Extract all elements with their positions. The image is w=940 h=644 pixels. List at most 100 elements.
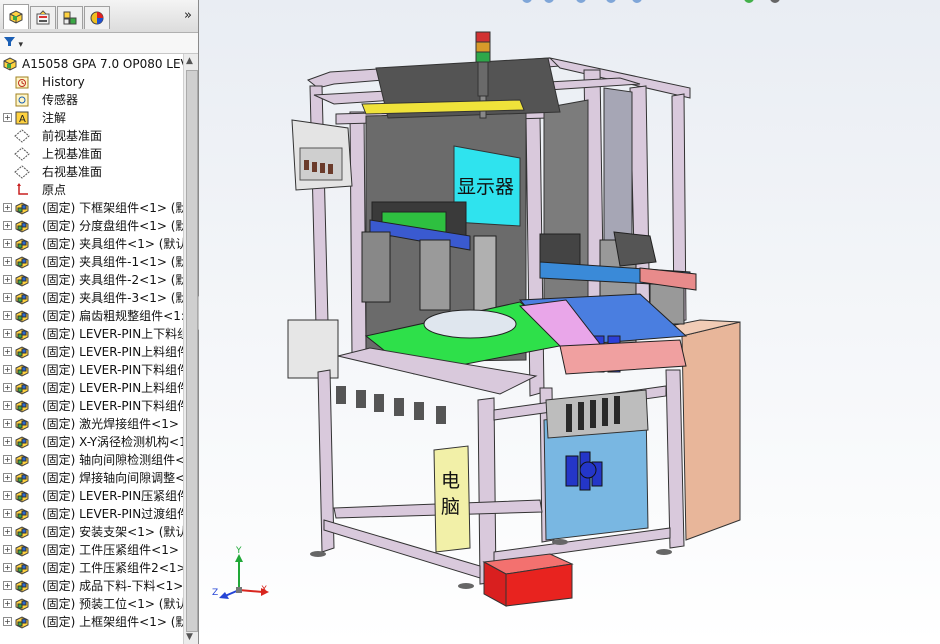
scroll-down-icon[interactable]: ▼ [186,632,193,642]
assembly-icon [14,434,32,450]
expand-toggle-icon[interactable]: + [3,113,12,122]
expand-toggle-icon[interactable]: + [3,437,12,446]
expand-toggle-icon[interactable]: + [3,347,12,356]
graphics-area[interactable]: 显示器 电 脑 Y X Z [199,0,940,644]
tree-scrollbar[interactable]: ▲ ▼ [183,54,198,644]
svg-text:A: A [19,114,26,125]
pc-label: 电 脑 [441,468,463,520]
tree-item-label: (固定) 激光焊接组件<1> ( [42,417,183,431]
panel-tab-bar: » [0,0,198,33]
tree-item-label: 注解 [42,111,67,125]
triad-z-label: Z [212,588,219,598]
expand-toggle-icon[interactable]: + [3,365,12,374]
tree-item-label: (固定) 夹具组件-2<1> (默 [42,273,183,287]
pc-label-line-1: 电 [441,470,461,492]
filter-bar: ▾ [0,33,198,54]
assembly-icon [14,398,32,414]
tree-item-label: (固定) 焊接轴向间隙调整< [42,471,183,485]
property-manager-tab[interactable] [30,6,56,29]
expand-toggle-icon[interactable]: + [3,311,12,320]
configuration-manager-icon [63,11,77,25]
tree-item-label: (固定) LEVER-PIN过渡组件 [42,507,183,521]
triad-x-label: X [261,585,268,595]
feature-tree: A15058 GPA 7.0 OP080 LEV History 传感器 + A 注解 前视… [0,54,183,644]
expand-toggle-icon[interactable]: + [3,455,12,464]
tree-item-label: A15058 GPA 7.0 OP080 LEV [22,57,183,71]
assembly-icon [14,614,32,630]
tree-item-label: (固定) 夹具组件-1<1> (默 [42,255,183,269]
expand-toggle-icon[interactable]: + [3,491,12,500]
configuration-manager-tab[interactable] [57,6,83,29]
expand-toggle-icon[interactable]: + [3,293,12,302]
assembly-icon [14,236,32,252]
expand-toggle-icon[interactable]: + [3,581,12,590]
assembly-icon [14,506,32,522]
tree-item-label: (固定) LEVER-PIN压紧组件 [42,489,183,503]
expand-panel-button[interactable]: » [184,8,192,23]
assembly-icon [14,308,32,324]
assembly-icon [14,596,32,612]
expand-toggle-icon[interactable]: + [3,527,12,536]
expand-toggle-icon[interactable]: + [3,545,12,554]
scroll-thumb[interactable] [186,70,198,632]
tree-item-label: (固定) 安装支架<1> (默认 [42,525,183,539]
assembly-icon [14,452,32,468]
assembly-icon [14,488,32,504]
history-icon [14,74,32,90]
tree-item-label: History [42,75,85,89]
assembly-icon [14,542,32,558]
tree-item-label: (固定) LEVER-PIN上下料组 [42,327,183,341]
display-label: 显示器 [457,176,515,198]
assembly-icon [14,416,32,432]
expand-toggle-icon[interactable]: + [3,275,12,284]
expand-toggle-icon[interactable]: + [3,401,12,410]
tree-item-label: 前视基准面 [42,129,103,143]
expand-toggle-icon[interactable]: + [3,203,12,212]
expand-toggle-icon[interactable]: + [3,329,12,338]
assembly-icon [14,524,32,540]
feature-manager-panel: » ▾ A15058 GPA 7.0 OP080 LEV History 传感器 + A… [0,0,199,644]
assembly-icon [14,344,32,360]
tree-item-label: (固定) 成品下料-下料<1> [42,579,183,593]
tree-item-label: (固定) 工件压紧组件2<1> [42,561,183,575]
filter-dropdown-icon: ▾ [18,40,24,50]
feature-tree-tab[interactable] [3,4,29,29]
root-icon [2,56,20,72]
right-cabinet [681,321,741,541]
assembly-icon [14,290,32,306]
tree-item-label: 右视基准面 [42,165,103,179]
filter-icon [4,37,15,46]
expand-toggle-icon[interactable]: + [3,617,12,626]
expand-toggle-icon[interactable]: + [3,509,12,518]
reference-triad [219,554,269,599]
assembly-icon [14,200,32,216]
tree-item-label: (固定) 预装工位<1> (默认 [42,597,183,611]
expand-toggle-icon[interactable]: + [3,473,12,482]
assembly-icon [14,560,32,576]
scroll-up-icon[interactable]: ▲ [186,56,193,66]
display-manager-icon [90,11,104,25]
tree-item-label: (固定) LEVER-PIN下料组件 [42,363,183,377]
assembly-icon [14,578,32,594]
expand-toggle-icon[interactable]: + [3,563,12,572]
expand-toggle-icon[interactable]: + [3,383,12,392]
tree-item-label: (固定) X-Y涡径检测机构<1 [42,435,183,449]
assembly-icon [14,254,32,270]
expand-toggle-icon[interactable]: + [3,239,12,248]
expand-toggle-icon[interactable]: + [3,599,12,608]
pc-label-line-2: 脑 [441,496,461,518]
tree-item-label: (固定) 上框架组件<1> (默 [42,615,183,629]
machine-model [287,31,741,607]
property-manager-icon [36,10,50,25]
expand-toggle-icon[interactable]: + [3,221,12,230]
control-box [291,119,353,191]
expand-toggle-icon[interactable]: + [3,419,12,428]
plane-icon [14,146,32,162]
tree-item-label: (固定) 下框架组件<1> (默 [42,201,183,215]
display-manager-tab[interactable] [84,6,110,29]
assembly-icon [14,470,32,486]
tree-item-label: (固定) 分度盘组件<1> (默 [42,219,183,233]
expand-toggle-icon[interactable]: + [3,257,12,266]
assembly-icon [14,326,32,342]
filter-button[interactable]: ▾ [4,36,23,50]
